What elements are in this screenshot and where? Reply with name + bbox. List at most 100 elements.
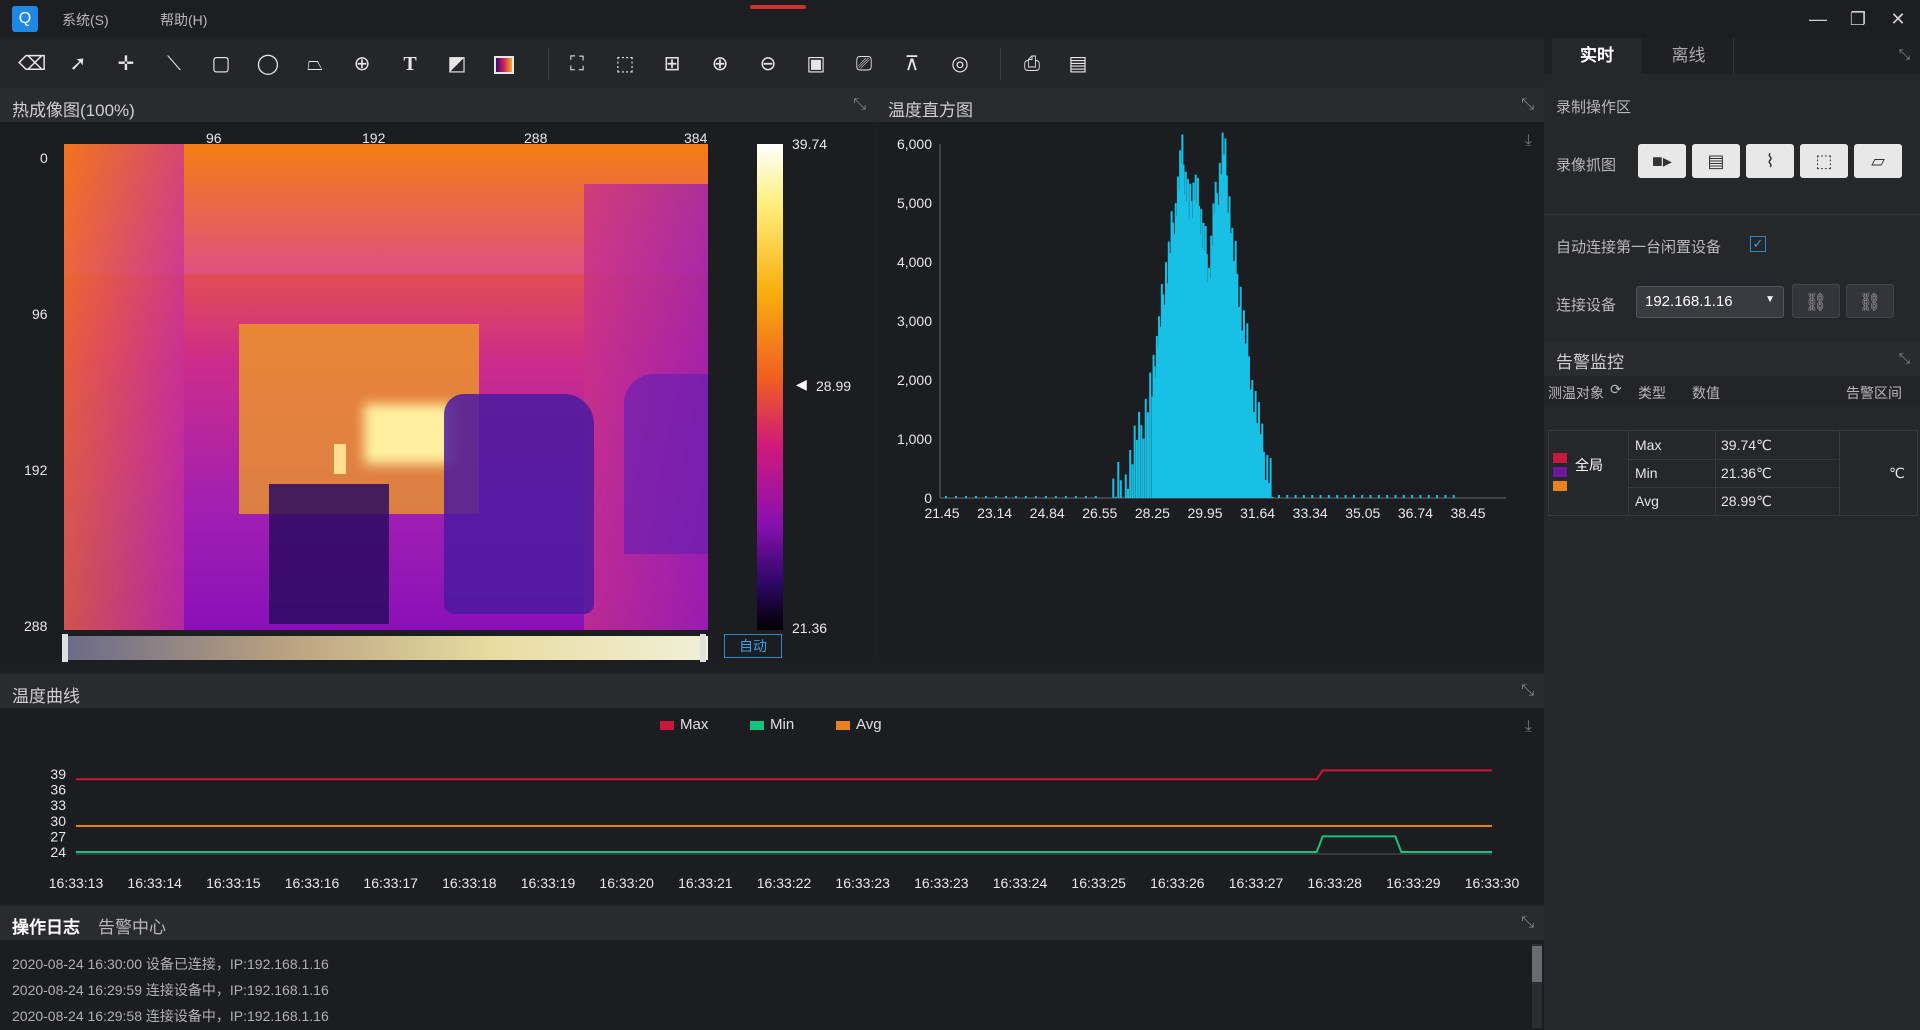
line-tool-icon[interactable]: ⟍: [160, 50, 188, 78]
alarm-header: 告警监控 ⤡: [1544, 342, 1920, 376]
device-select[interactable]: 192.168.1.16 ▼: [1636, 286, 1784, 318]
auto-connect-label: 自动连接第一台闲置设备: [1556, 239, 1722, 256]
log-line: 2020-08-24 16:29:58 连接设备中，IP:192.168.1.1…: [12, 1008, 329, 1024]
histogram-bar: [1140, 425, 1143, 498]
tab-operation-log[interactable]: 操作日志: [12, 913, 80, 938]
histogram-bar: [1377, 495, 1380, 498]
center-icon[interactable]: ⊞: [658, 50, 686, 78]
histogram-bar: [1117, 462, 1120, 498]
expand-icon[interactable]: ⤡: [1521, 96, 1534, 114]
curve-x-tick: 16:33:20: [599, 875, 654, 891]
curve-x-tick: 16:33:25: [1071, 875, 1126, 891]
tab-offline[interactable]: 离线: [1644, 38, 1734, 74]
restore-button[interactable]: ❐: [1844, 6, 1872, 32]
shutter-icon[interactable]: ◎: [946, 50, 974, 78]
pointer-icon[interactable]: ➚: [64, 50, 92, 78]
fit-window-icon[interactable]: ⬚: [611, 50, 639, 78]
fullscreen-icon[interactable]: ⛶: [563, 50, 591, 78]
series-line-min: [76, 835, 1492, 853]
ellipse-tool-icon[interactable]: ◯: [254, 50, 282, 78]
alarm-type: Max: [1635, 437, 1662, 453]
auto-connect-checkbox[interactable]: ✓: [1750, 236, 1766, 252]
calculator-icon[interactable]: ▤: [1064, 50, 1092, 78]
expand-icon[interactable]: ⤡: [1521, 914, 1534, 932]
temperature-curve-chart: 393633302724 16:33:13 16:33:14 16:33:15 16:3…: [49, 766, 1520, 891]
drag-handle[interactable]: [750, 5, 806, 9]
minimize-button[interactable]: —: [1804, 6, 1832, 32]
crosshair-icon[interactable]: ⊕: [348, 50, 376, 78]
curve-y-tick: 30: [50, 813, 66, 829]
histogram-bar: [1436, 495, 1439, 498]
close-button[interactable]: ✕: [1884, 6, 1912, 32]
curve-x-tick: 16:33:27: [1229, 875, 1284, 891]
zoom-out-icon[interactable]: ⊖: [754, 50, 782, 78]
curve-y-tick: 33: [50, 797, 66, 813]
alarm-row[interactable]: 全局 Max 39.74℃ Min 21.36℃ Avg 28.99℃ ℃: [1548, 430, 1918, 516]
histogram-bar: [1034, 496, 1037, 498]
histogram-bar: [1302, 495, 1305, 498]
eraser-icon[interactable]: ⌫: [18, 50, 46, 78]
tab-realtime[interactable]: 实时: [1552, 38, 1642, 74]
point-tool-icon[interactable]: ✛: [112, 50, 140, 78]
refresh-icon[interactable]: ⟳: [1610, 381, 1622, 398]
histogram-bar: [1336, 495, 1339, 498]
toolbar: ⌫ ➚ ✛ ⟍ ▢ ◯ ⏢ ⊕ T ◩ ⛶ ⬚ ⊞ ⊕ ⊖ ▣ ⎚ ⊼ ◎ ⎙ …: [0, 38, 1544, 88]
alarm-title: 告警监控: [1556, 353, 1624, 372]
record-video-icon[interactable]: ■▸: [1638, 144, 1686, 178]
zoom-in-icon[interactable]: ⊕: [706, 50, 734, 78]
device-ip: 192.168.1.16: [1645, 293, 1733, 310]
histogram-x-tick: 29.95: [1187, 505, 1222, 521]
curve-x-tick: 16:33:15: [206, 875, 261, 891]
curve-x-tick: 16:33:14: [127, 875, 182, 891]
histogram-x-tick: 28.25: [1135, 505, 1170, 521]
histogram-panel-header: 温度直方图 ⤡: [876, 88, 1544, 122]
palette-icon[interactable]: ◩: [443, 50, 471, 78]
expand-icon[interactable]: ⤡: [1899, 46, 1910, 63]
menu-system[interactable]: 系统(S): [62, 10, 109, 30]
menu-help[interactable]: 帮助(H): [160, 10, 207, 30]
col-range: 告警区间: [1846, 385, 1902, 401]
histogram-x-tick: 31.64: [1240, 505, 1275, 521]
rectangle-tool-icon[interactable]: ▢: [207, 50, 235, 78]
histogram-bar: [1114, 496, 1117, 498]
capture-region-icon[interactable]: ⬚: [1800, 144, 1848, 178]
open-folder-icon[interactable]: ▱: [1854, 144, 1902, 178]
histogram-bar: [1004, 496, 1007, 498]
histogram-bar: [1286, 495, 1289, 498]
histogram-x-tick: 24.84: [1030, 505, 1065, 521]
tab-alarm-center[interactable]: 告警中心: [98, 913, 166, 938]
log-scrollbar[interactable]: [1532, 944, 1542, 1028]
color-bar-icon[interactable]: [490, 50, 518, 78]
app-logo-icon: Q: [12, 6, 38, 32]
histogram-bar: [1311, 495, 1314, 498]
right-panel: 实时 离线 ⤡ 录制操作区 录像抓图 ■▸ ▤ ⌇ ⬚ ▱ 自动连接第一台闲置设…: [1544, 38, 1920, 1030]
histogram-bar: [964, 496, 967, 498]
save-avi-icon[interactable]: ▤: [1692, 144, 1740, 178]
histogram-bar: [1146, 412, 1149, 498]
auto-button[interactable]: 自动: [724, 634, 782, 658]
histogram-bar: [1319, 495, 1322, 498]
expand-icon[interactable]: ⤡: [1899, 350, 1910, 367]
histogram-bar: [1327, 495, 1330, 498]
text-tool-icon[interactable]: T: [396, 50, 424, 78]
histogram-bar: [1124, 474, 1127, 498]
slider-handle-left[interactable]: [62, 634, 68, 662]
expand-icon[interactable]: ⤡: [1521, 682, 1534, 700]
histogram-x-tick: 33.34: [1293, 505, 1328, 521]
tripod-icon[interactable]: ⊼: [898, 50, 926, 78]
scale-cursor-icon[interactable]: ◀: [796, 376, 807, 393]
display-icon[interactable]: ⎚: [850, 50, 878, 78]
capture-chart-icon[interactable]: ⌇: [1746, 144, 1794, 178]
histogram-bar: [1294, 495, 1297, 498]
connect-label: 连接设备: [1556, 297, 1617, 314]
disconnect-icon[interactable]: ⛓: [1846, 284, 1894, 318]
print-icon[interactable]: ⎙: [1018, 50, 1046, 78]
polygon-tool-icon[interactable]: ⏢: [301, 50, 329, 78]
link-icon[interactable]: ⛓: [1792, 284, 1840, 318]
thermal-image[interactable]: [64, 144, 708, 630]
expand-icon[interactable]: ⤡: [853, 96, 866, 114]
range-slider[interactable]: [64, 636, 708, 660]
slider-handle-right[interactable]: [700, 634, 706, 662]
thermal-panel-header: 热成像图(100%) ⤡: [0, 88, 876, 122]
actual-size-icon[interactable]: ▣: [802, 50, 830, 78]
